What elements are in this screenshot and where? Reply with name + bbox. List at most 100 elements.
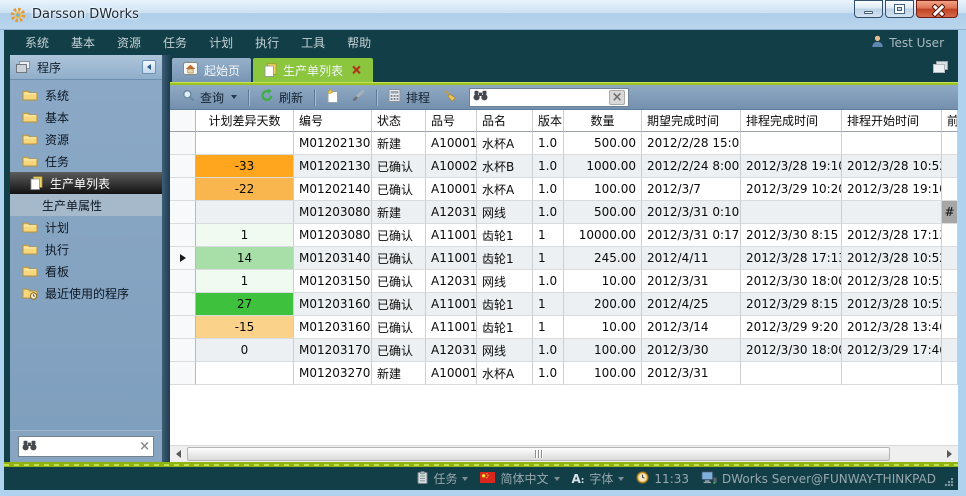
table-cell: 2012/3/31 0:17 — [642, 224, 741, 247]
refresh-button[interactable]: 刷新 — [255, 87, 308, 108]
table-cell: A10001 — [426, 132, 477, 155]
sidebar-item-entry[interactable]: 看板 — [10, 260, 162, 282]
table-cell: M012021401 — [294, 178, 372, 201]
sidebar-item-entry[interactable]: 计划 — [10, 216, 162, 238]
tab-production-order-list[interactable]: 生产单列表 × — [253, 58, 373, 82]
clean-button[interactable] — [438, 87, 462, 107]
sidebar-item-entry[interactable]: 生产单属性 — [10, 194, 162, 216]
minimize-button[interactable] — [854, 0, 883, 18]
table-cell: 1 — [533, 316, 564, 339]
table-row[interactable]: -15M012031602已确认A11001齿轮1110.002012/3/14… — [170, 316, 958, 339]
title-bar[interactable]: Darsson DWorks — [0, 0, 966, 30]
scroll-left-button[interactable] — [170, 446, 187, 462]
sidebar-item-entry[interactable]: 任务 — [10, 150, 162, 172]
sidebar-item-entry[interactable]: 资源 — [10, 128, 162, 150]
table-row[interactable]: M012021301新建A10001水杯A1.0500.002012/2/28 … — [170, 132, 958, 155]
table-row[interactable]: -22M012021401已确认A10001水杯A1.0100.002012/3… — [170, 178, 958, 201]
menu-item[interactable]: 基本 — [60, 34, 106, 51]
column-header[interactable]: 排程完成时间 — [741, 110, 842, 132]
toolbar-search-input[interactable] — [491, 90, 606, 104]
table-cell — [842, 362, 942, 385]
row-selector[interactable] — [170, 224, 196, 247]
column-header[interactable]: 数量 — [564, 110, 642, 132]
table-cell: 2012/3/28 19:10 — [842, 178, 942, 201]
tab-start-page[interactable]: 起始页 — [172, 58, 251, 82]
table-cell: 新建 — [372, 201, 426, 224]
row-selector[interactable] — [170, 270, 196, 293]
column-header[interactable]: 前 — [942, 110, 958, 132]
sidebar-item-entry[interactable]: 基本 — [10, 106, 162, 128]
menu-item[interactable]: 帮助 — [336, 34, 382, 51]
table-cell: 100.00 — [564, 178, 642, 201]
sidebar-item-entry[interactable]: 最近使用的程序 — [10, 282, 162, 304]
maximize-button[interactable] — [885, 0, 914, 18]
table-row[interactable]: M012032701新建A10001水杯A1.0100.002012/3/31 — [170, 362, 958, 385]
table-row[interactable]: 14M012031402已确认A11001齿轮11245.002012/4/11… — [170, 247, 958, 270]
table-row[interactable]: 1M012030802已确认A11001齿轮1110000.002012/3/3… — [170, 224, 958, 247]
schedule-button[interactable]: 排程 — [383, 87, 435, 108]
column-header[interactable]: 状态 — [372, 110, 426, 132]
sidebar-item-entry[interactable]: 执行 — [10, 238, 162, 260]
sidebar-splitter[interactable] — [162, 55, 170, 462]
edit-button[interactable] — [347, 87, 370, 107]
menu-item[interactable]: 计划 — [198, 34, 244, 51]
column-header[interactable]: 期望完成时间 — [642, 110, 741, 132]
table-cell: 齿轮1 — [477, 293, 533, 316]
menu-item[interactable]: 工具 — [290, 34, 336, 51]
sidebar-item-selected[interactable]: 生产单列表 — [10, 172, 162, 194]
table-row[interactable]: 1M012031501已确认A12031网线1.010.002012/3/312… — [170, 270, 958, 293]
horizontal-scrollbar[interactable] — [170, 445, 958, 462]
new-button[interactable] — [321, 87, 344, 108]
row-selector[interactable] — [170, 247, 196, 270]
column-header[interactable]: 版本 — [533, 110, 564, 132]
row-selector[interactable] — [170, 178, 196, 201]
user-menu[interactable]: Test User — [871, 35, 944, 51]
tab-label: 起始页 — [204, 62, 240, 79]
chevron-down-icon — [462, 477, 468, 481]
tab-close-icon[interactable]: × — [351, 64, 362, 77]
row-selector[interactable] — [170, 339, 196, 362]
sidebar-item-entry[interactable]: 系统 — [10, 84, 162, 106]
menu-item[interactable]: 资源 — [106, 34, 152, 51]
column-header[interactable]: 品名 — [477, 110, 533, 132]
close-button[interactable] — [916, 0, 958, 18]
row-selector[interactable] — [170, 316, 196, 339]
sidebar-search-input[interactable] — [40, 440, 136, 454]
language-menu[interactable]: 简体中文 — [480, 470, 559, 487]
table-cell: 100.00 — [564, 362, 642, 385]
toolbar-search-clear-icon[interactable]: × — [609, 90, 625, 105]
table-row[interactable]: -33M012021302已确认A10002水杯B1.01000.002012/… — [170, 155, 958, 178]
tab-list-icon[interactable] — [932, 61, 948, 74]
task-menu[interactable]: 任务 — [417, 470, 468, 487]
menu-item[interactable]: 任务 — [152, 34, 198, 51]
diff-days-cell: 14 — [196, 247, 294, 270]
table-row[interactable]: 27M012031601已确认A11001齿轮11200.002012/4/25… — [170, 293, 958, 316]
scrollbar-thumb[interactable] — [187, 447, 890, 461]
column-header[interactable]: 品号 — [426, 110, 477, 132]
app-window: Darsson DWorks 系统基本资源任务计划执行工具帮助 Test Use… — [0, 0, 966, 496]
server-status[interactable]: DWorks Server@FUNWAY-THINKPAD — [701, 471, 936, 487]
row-selector[interactable] — [170, 201, 196, 224]
sidebar-item-label: 基本 — [45, 109, 69, 126]
sidebar-collapse-button[interactable] — [142, 60, 156, 74]
row-selector[interactable] — [170, 293, 196, 316]
menu-item[interactable]: 执行 — [244, 34, 290, 51]
row-selector[interactable] — [170, 362, 196, 385]
row-selector[interactable] — [170, 132, 196, 155]
table-row[interactable]: M012030801新建A12031网线1.0500.002012/3/31 0… — [170, 201, 958, 224]
column-header[interactable]: 计划差异天数 — [196, 110, 294, 132]
select-all-corner[interactable] — [170, 110, 196, 132]
scroll-right-button[interactable] — [941, 446, 958, 462]
column-header[interactable]: 编号 — [294, 110, 372, 132]
query-button[interactable]: 查询 — [177, 87, 242, 108]
sidebar-search-clear-icon[interactable]: × — [139, 440, 150, 453]
clock-status: 11:33 — [636, 471, 689, 487]
menu-item[interactable]: 系统 — [14, 34, 60, 51]
resize-grip-icon[interactable] — [944, 477, 954, 487]
table-cell: 2012/3/29 17:46 — [842, 339, 942, 362]
column-header[interactable]: 排程开始时间 — [842, 110, 942, 132]
sidebar-item-label: 生产单列表 — [50, 175, 110, 192]
table-row[interactable]: 0M012031701已确认A12031网线1.0100.002012/3/30… — [170, 339, 958, 362]
row-selector[interactable] — [170, 155, 196, 178]
font-menu[interactable]: A: 字体 — [572, 470, 625, 487]
